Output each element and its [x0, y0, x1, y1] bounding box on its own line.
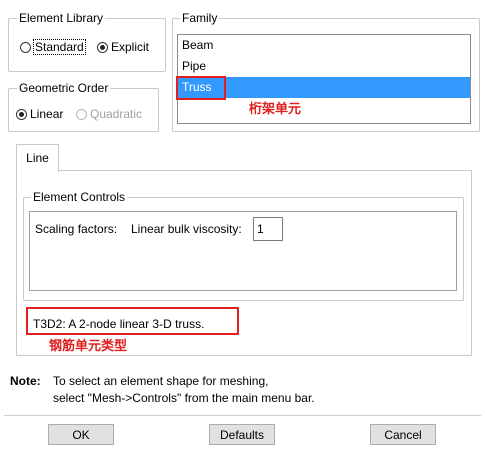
ok-button[interactable]: OK	[48, 424, 114, 445]
radio-explicit-label[interactable]: Explicit	[111, 40, 149, 54]
radio-linear-circle[interactable]	[16, 108, 27, 120]
note-label: Note:	[10, 374, 41, 388]
radio-quadratic-label: Quadratic	[90, 107, 143, 121]
truss-annotation: 桁架单元	[249, 101, 302, 116]
radio-quadratic-circle	[76, 108, 87, 120]
scaling-factors-label: Scaling factors:	[35, 222, 118, 236]
linear-bulk-viscosity-input[interactable]	[253, 217, 283, 241]
element-controls-title: Element Controls	[31, 190, 128, 204]
radio-quadratic: Quadratic	[76, 107, 142, 121]
linear-bulk-viscosity-label: Linear bulk viscosity:	[131, 222, 242, 236]
tab-line[interactable]: Line	[16, 144, 59, 172]
radio-standard-circle[interactable]	[20, 41, 31, 53]
geometric-order-title: Geometric Order	[17, 81, 111, 95]
radio-standard-label[interactable]: Standard	[33, 39, 86, 55]
family-item-beam[interactable]: Beam	[178, 35, 470, 56]
family-title: Family	[180, 11, 220, 25]
radio-linear-label[interactable]: Linear	[30, 107, 63, 121]
radio-explicit-circle[interactable]	[97, 41, 108, 53]
button-bar-separator	[4, 415, 481, 416]
element-library-title: Element Library	[17, 11, 106, 25]
note-line-1: To select an element shape for meshing,	[53, 374, 269, 388]
radio-selected-dot	[19, 111, 24, 117]
radio-selected-dot	[100, 44, 105, 50]
element-description: T3D2: A 2-node linear 3-D truss.	[33, 317, 205, 331]
element-type-annotation: 钢筋单元类型	[49, 338, 128, 353]
family-item-pipe[interactable]: Pipe	[178, 56, 470, 77]
radio-standard[interactable]: Standard	[20, 39, 86, 55]
note-line-2: select "Mesh->Controls" from the main me…	[53, 391, 315, 405]
family-item-truss[interactable]: Truss	[178, 77, 470, 98]
family-listbox[interactable]: Beam Pipe Truss	[177, 34, 471, 124]
radio-explicit[interactable]: Explicit	[97, 40, 149, 54]
cancel-button[interactable]: Cancel	[370, 424, 436, 445]
radio-linear[interactable]: Linear	[16, 107, 63, 121]
defaults-button[interactable]: Defaults	[209, 424, 275, 445]
